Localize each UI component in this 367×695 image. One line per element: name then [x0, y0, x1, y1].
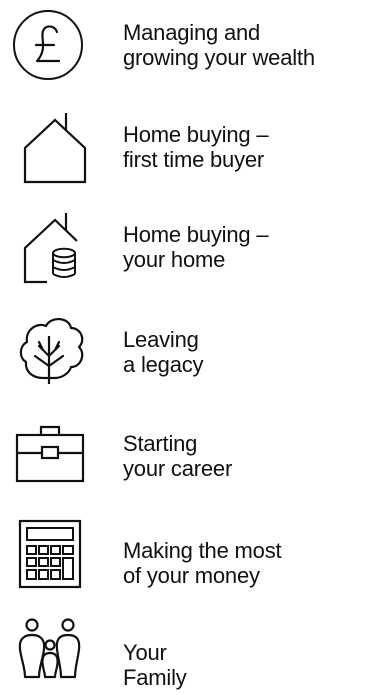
list-item-label: Home buying – your home: [123, 222, 269, 272]
house-icon: [13, 110, 87, 184]
tree-icon: [13, 312, 87, 386]
briefcase-icon: [13, 415, 87, 489]
list-item-label: Starting your career: [123, 431, 233, 481]
pound-coin-icon: [13, 8, 87, 82]
calculator-icon: [13, 516, 87, 590]
list-item-starting-career[interactable]: Starting your career: [0, 415, 367, 495]
house-coins-icon: [13, 210, 87, 284]
list-item-label: Your Family: [123, 640, 187, 690]
list-item-leaving-legacy[interactable]: Leaving a legacy: [0, 312, 367, 392]
list-item-label: Home buying – first time buyer: [123, 122, 269, 172]
list-item-making-most-money[interactable]: Making the most of your money: [0, 516, 367, 596]
list-item-your-home[interactable]: Home buying – your home: [0, 210, 367, 290]
list-item-managing-wealth[interactable]: Managing and growing your wealth: [0, 8, 367, 88]
list-item-your-family[interactable]: Your Family: [0, 615, 367, 695]
family-icon: [13, 615, 87, 689]
list-item-label: Managing and growing your wealth: [123, 20, 315, 70]
list-item-label: Making the most of your money: [123, 538, 282, 588]
life-goals-list: Managing and growing your wealth Home bu…: [0, 0, 367, 694]
list-item-label: Leaving a legacy: [123, 327, 204, 377]
list-item-first-time-buyer[interactable]: Home buying – first time buyer: [0, 110, 367, 190]
